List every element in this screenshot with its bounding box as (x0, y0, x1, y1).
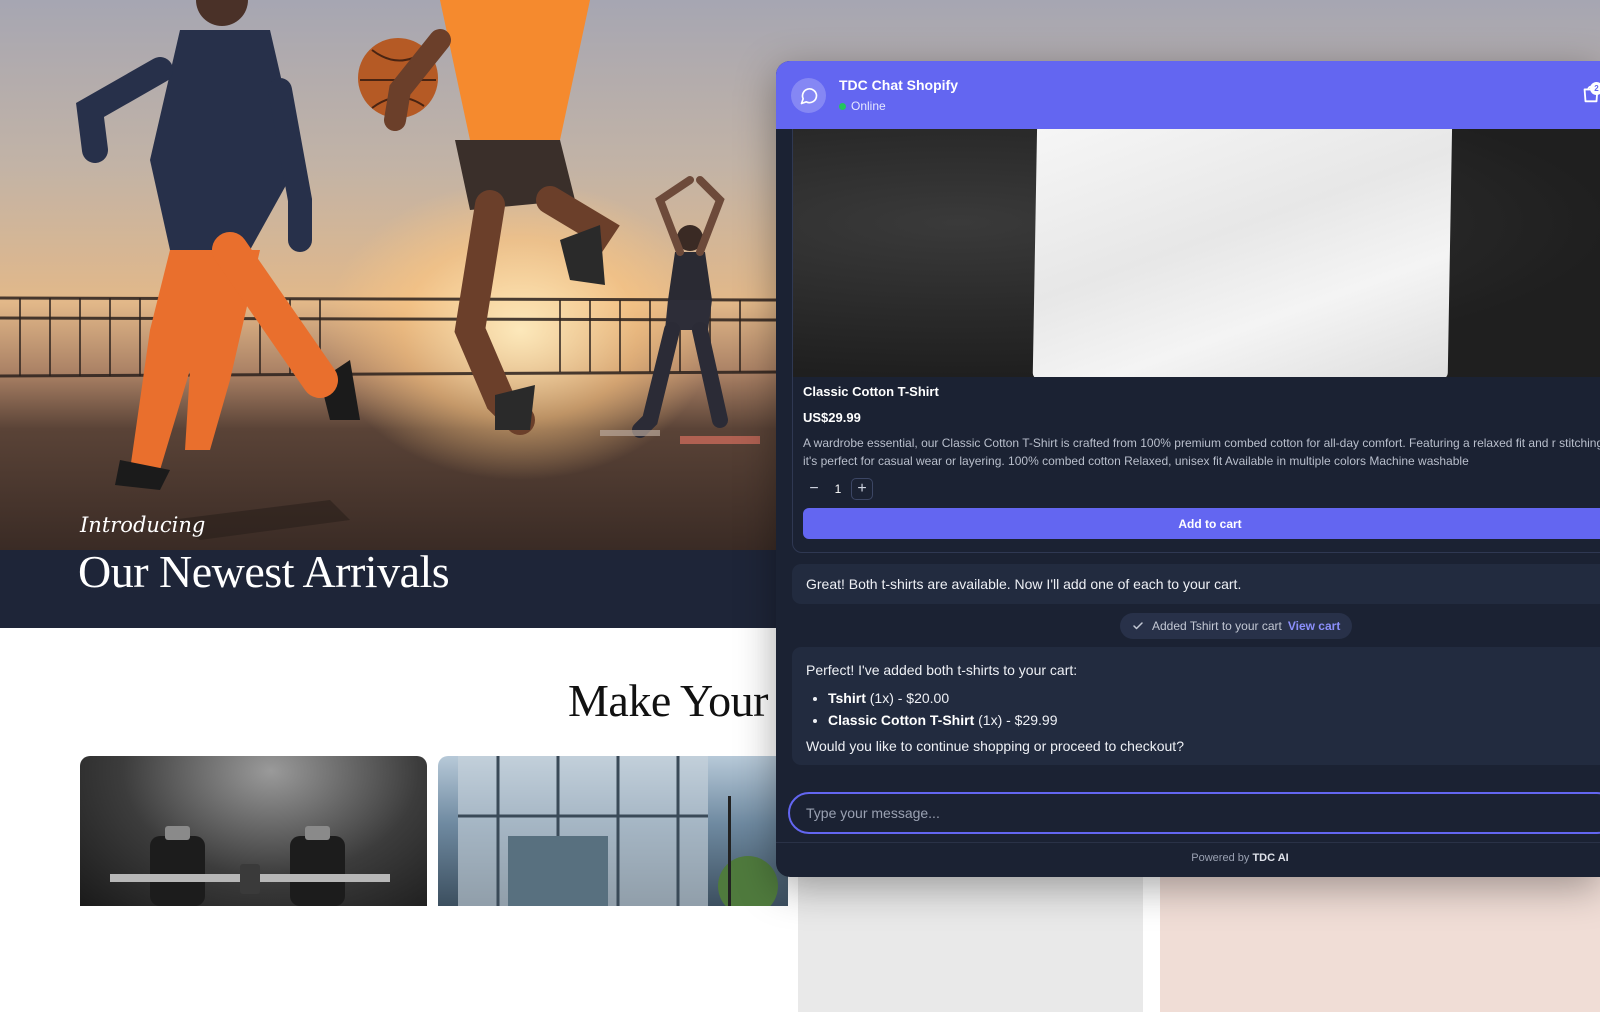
system-notice-text: Added Tshirt to your cart (1152, 619, 1282, 633)
add-to-cart-button[interactable]: Add to cart (803, 508, 1600, 539)
cart-item-detail: (1x) - $20.00 (865, 690, 950, 706)
quantity-decrease-button[interactable]: − (803, 478, 825, 500)
cart-item-detail: (1x) - $29.99 (974, 712, 1058, 728)
list-item: Classic Cotton T-Shirt (1x) - $29.99 (828, 709, 1600, 731)
online-indicator (839, 102, 846, 110)
collection-card-weights[interactable] (80, 756, 427, 906)
hero-eyebrow: Introducing (80, 513, 206, 537)
collection-card-urban[interactable] (438, 756, 788, 906)
product-image-shirt (1032, 129, 1453, 377)
product-price: US$29.99 (803, 410, 861, 425)
assistant-message: Perfect! I've added both t-shirts to you… (792, 647, 1600, 765)
cart-items-list: Tshirt (1x) - $20.00 Classic Cotton T-Sh… (828, 687, 1600, 731)
collection-card-shirts[interactable] (798, 862, 1143, 1012)
message-composer (788, 792, 1600, 834)
product-description: A wardrobe essential, our Classic Cotton… (803, 436, 1600, 468)
product-image (793, 129, 1600, 377)
quantity-increase-button[interactable]: + (851, 478, 873, 500)
chat-status-label: Online (851, 99, 886, 113)
list-item: Tshirt (1x) - $20.00 (828, 687, 1600, 709)
hero-title: Our Newest Arrivals (78, 546, 450, 597)
chat-title: TDC Chat Shopify (839, 77, 958, 93)
footer-divider (776, 842, 1600, 843)
chat-header: TDC Chat Shopify Online 2 (776, 61, 1600, 129)
chat-status: Online (839, 99, 886, 113)
quantity-stepper: − 1 + (803, 478, 873, 500)
cart-item-name: Tshirt (828, 690, 866, 706)
product-name: Classic Cotton T-Shirt (803, 384, 939, 399)
collection-card-accessories[interactable] (1160, 862, 1600, 1012)
assistant-message-text: Great! Both t-shirts are available. Now … (806, 576, 1242, 592)
dumbbells-image (110, 826, 390, 906)
building-image (458, 756, 778, 906)
cart-count-badge: 2 (1590, 82, 1600, 95)
assistant-message-intro: Perfect! I've added both t-shirts to you… (806, 662, 1078, 678)
message-input[interactable] (806, 805, 1600, 821)
chat-messages[interactable]: Classic Cotton T-Shirt US$29.99 A wardro… (776, 129, 1600, 841)
assistant-message-outro: Would you like to continue shopping or p… (806, 738, 1184, 754)
assistant-message: Great! Both t-shirts are available. Now … (792, 564, 1600, 604)
view-cart-link[interactable]: View cart (1288, 619, 1340, 633)
powered-by-brand: TDC AI (1252, 852, 1289, 864)
powered-by: Powered by TDC AI (776, 852, 1600, 864)
quantity-value: 1 (834, 482, 842, 496)
system-notice: Added Tshirt to your cart View cart (1120, 613, 1353, 639)
check-icon (1133, 622, 1143, 630)
chat-bubble-icon (791, 78, 826, 113)
powered-by-label: Powered by (1191, 852, 1250, 864)
chat-widget: TDC Chat Shopify Online 2 Classic Cotton… (776, 61, 1600, 877)
product-card: Classic Cotton T-Shirt US$29.99 A wardro… (792, 129, 1600, 553)
cart-item-name: Classic Cotton T-Shirt (828, 712, 975, 728)
